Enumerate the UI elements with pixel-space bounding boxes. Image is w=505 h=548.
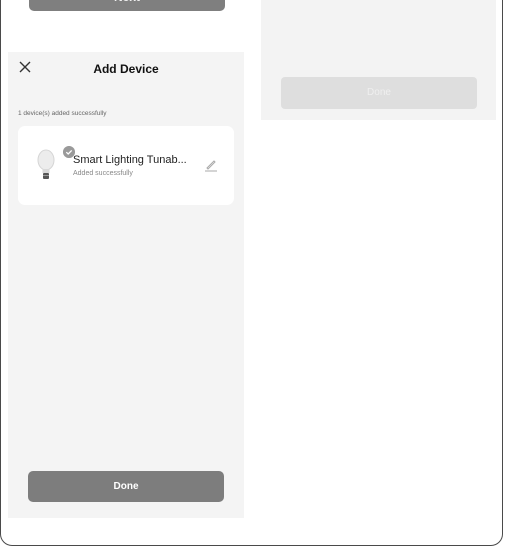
dialog-title: Add Device — [93, 62, 159, 76]
device-status: Added successfully — [73, 170, 133, 177]
device-card[interactable]: Smart Lighting Tunab... Added successful… — [18, 126, 234, 205]
lightbulb-icon — [37, 149, 55, 179]
done-button[interactable]: Done — [28, 471, 224, 502]
background-done-button[interactable]: Done — [281, 77, 477, 109]
next-button[interactable]: Next — [29, 0, 225, 11]
device-name: Smart Lighting Tunab... — [73, 154, 187, 166]
edit-icon[interactable] — [204, 158, 218, 172]
background-panel: Done — [261, 0, 496, 120]
added-count-text: 1 device(s) added successfully — [18, 110, 107, 117]
add-device-dialog: Add Device 1 device(s) added successfull… — [8, 52, 244, 518]
